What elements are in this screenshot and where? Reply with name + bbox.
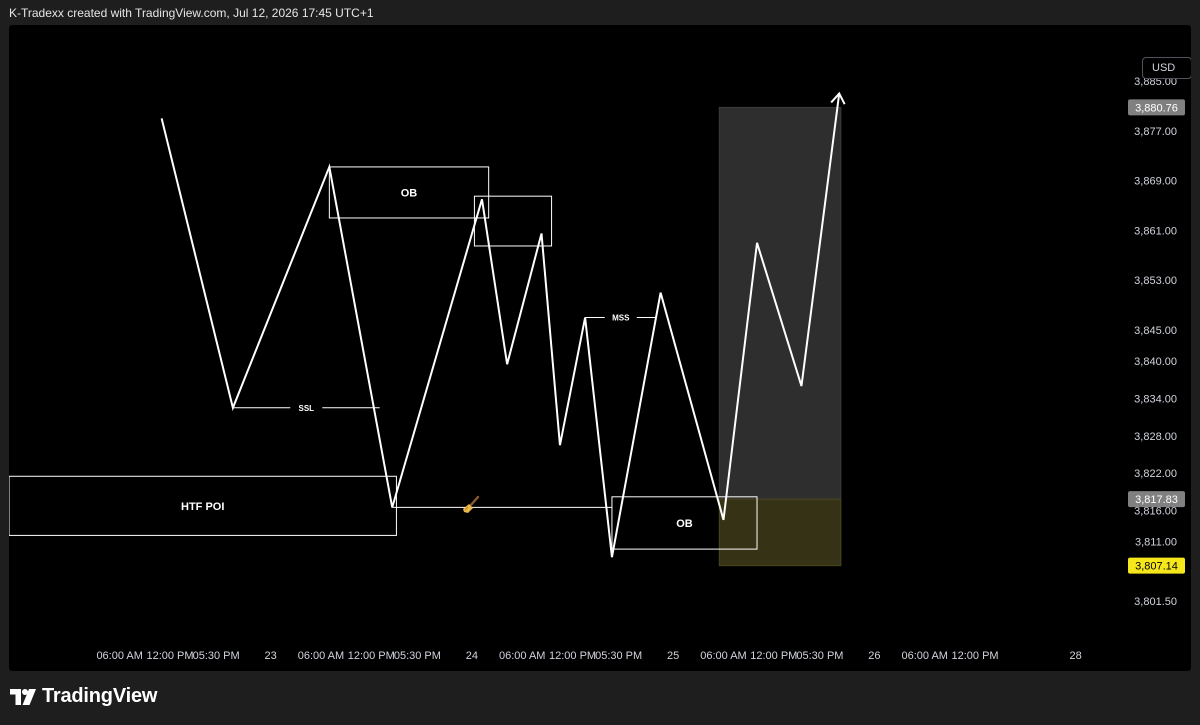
time-tick-label: 05:30 PM xyxy=(394,650,441,662)
level-label: SSL xyxy=(298,404,314,413)
time-tick-label: 06:00 AM xyxy=(700,650,746,662)
price-tick-label: 3,811.00 xyxy=(1135,537,1177,549)
logo-text: TradingView xyxy=(42,685,158,707)
price-tick-label: 3,877.00 xyxy=(1134,126,1177,138)
time-tick-label: 26 xyxy=(868,650,880,662)
footer-bar xyxy=(0,671,1200,725)
price-label: 3,817.83 xyxy=(1135,494,1178,506)
chart-caption: K-Tradexx created with TradingView.com, … xyxy=(9,6,374,20)
box-label: OB xyxy=(676,518,693,530)
time-tick-label: 05:30 PM xyxy=(796,650,843,662)
price-tick-label: 3,828.00 xyxy=(1134,431,1177,443)
price-tick-label: 3,840.00 xyxy=(1134,356,1177,368)
price-tick-label: 3,801.50 xyxy=(1134,596,1177,608)
price-tick-label: 3,845.00 xyxy=(1134,325,1177,337)
price-tick-label: 3,834.00 xyxy=(1134,393,1177,405)
time-tick-label: 06:00 AM xyxy=(499,650,545,662)
price-tick-label: 3,822.00 xyxy=(1134,468,1177,480)
tradingview-logo: TradingView xyxy=(10,685,157,708)
time-tick-label: 12:00 PM xyxy=(146,650,193,662)
chart-canvas[interactable]: HTF POIOBOB SSLMSS 3,885.003,877.003,869… xyxy=(9,25,1191,671)
time-tick-label: 12:00 PM xyxy=(549,650,596,662)
time-tick-label: 06:00 AM xyxy=(298,650,344,662)
broom-icon xyxy=(461,495,481,515)
time-tick-label: 06:00 AM xyxy=(901,650,947,662)
currency-button[interactable]: USD xyxy=(1142,57,1191,79)
tradingview-icon xyxy=(10,688,36,705)
time-tick-label: 06:00 AM xyxy=(96,650,142,662)
time-tick-label: 05:30 PM xyxy=(193,650,240,662)
price-tick-label: 3,853.00 xyxy=(1134,275,1177,287)
price-label: 3,880.76 xyxy=(1135,102,1178,114)
time-tick-label: 05:30 PM xyxy=(595,650,642,662)
risk-zone[interactable] xyxy=(718,498,842,567)
time-tick-label: 12:00 PM xyxy=(348,650,395,662)
price-tick-label: 3,816.00 xyxy=(1134,506,1177,518)
level-label: MSS xyxy=(612,314,630,323)
time-tick-label: 23 xyxy=(265,650,277,662)
time-tick-label: 25 xyxy=(667,650,679,662)
time-tick-label: 12:00 PM xyxy=(750,650,797,662)
box-label: HTF POI xyxy=(181,501,224,513)
price-tick-label: 3,861.00 xyxy=(1134,225,1177,237)
time-tick-label: 24 xyxy=(466,650,478,662)
chart-panel[interactable]: HTF POI OB OB SSL MSS 3,885.00 3,877.00 3,869… xyxy=(9,25,1191,671)
target-zone[interactable] xyxy=(718,106,842,500)
time-tick-label: 28 xyxy=(1070,650,1082,662)
price-tick-label: 3,869.00 xyxy=(1134,176,1177,188)
top-bar: K-Tradexx created with TradingView.com, … xyxy=(0,0,1200,26)
box-label: OB xyxy=(401,187,418,199)
price-label: 3,807.14 xyxy=(1135,561,1178,573)
time-tick-label: 12:00 PM xyxy=(952,650,999,662)
